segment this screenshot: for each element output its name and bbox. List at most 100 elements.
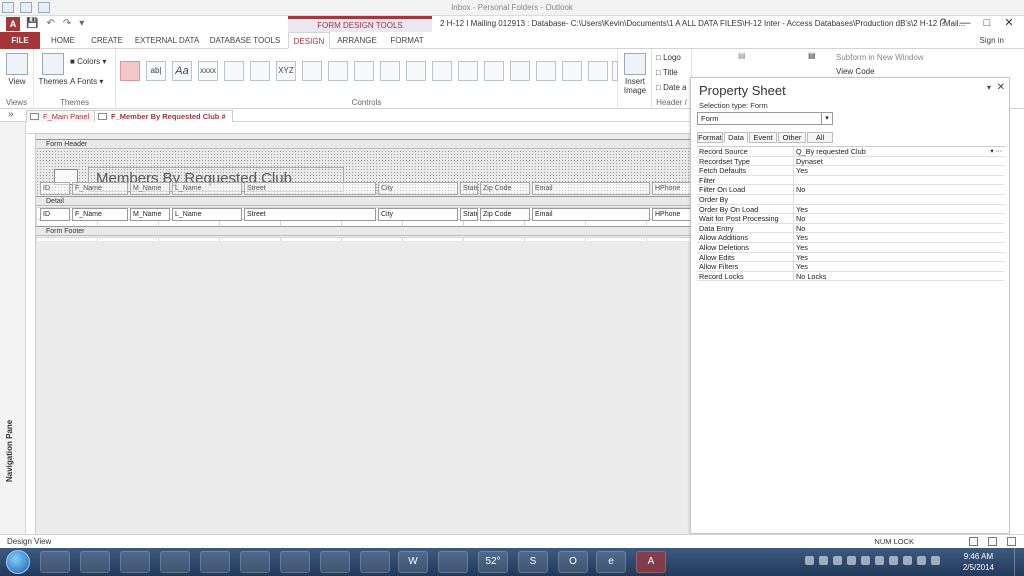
chart-tool-icon[interactable]	[354, 61, 374, 81]
property-row[interactable]: Recordset Type Dynaset	[697, 156, 1005, 167]
property-value[interactable]: Yes	[796, 243, 808, 252]
property-value[interactable]: Yes	[796, 253, 808, 262]
tab-home[interactable]: HOME	[44, 32, 82, 49]
property-row[interactable]: Allow Deletions Yes	[697, 242, 1005, 253]
colors-button[interactable]: ■ Colors ▾	[70, 57, 106, 66]
tab-control-icon[interactable]	[224, 61, 244, 81]
button-tool-icon[interactable]: xxxx	[198, 61, 218, 81]
rectangle-tool-icon[interactable]	[458, 61, 478, 81]
subform-new-window-button[interactable]: Subform in New Window	[836, 53, 924, 62]
detail-field-email[interactable]: Email	[532, 208, 650, 221]
property-value[interactable]: Q_By requested Club	[796, 147, 866, 156]
detail-field-city[interactable]: City	[378, 208, 458, 221]
property-row[interactable]: Allow Edits Yes	[697, 252, 1005, 263]
attachment-tool-icon[interactable]	[536, 61, 556, 81]
close-button[interactable]: ✕	[998, 16, 1020, 31]
header-label-lname[interactable]: L_Name	[172, 182, 242, 195]
undo-icon[interactable]: ↶	[46, 18, 54, 29]
detail-field-id[interactable]: ID	[40, 208, 70, 221]
combo-box-icon[interactable]	[328, 61, 348, 81]
form-header-bar[interactable]: Form Header	[36, 139, 694, 149]
form-footer-section[interactable]	[36, 237, 694, 241]
tray-icon[interactable]	[819, 556, 828, 565]
detail-field-lname[interactable]: L_Name	[172, 208, 242, 221]
property-value[interactable]: Yes	[796, 233, 808, 242]
taskbar-outlook-icon[interactable]: O	[558, 551, 588, 573]
header-label-mname[interactable]: M_Name	[130, 182, 170, 195]
taskbar-app-icon[interactable]	[40, 551, 70, 573]
header-label-zip[interactable]: Zip Code	[480, 182, 530, 195]
taskbar-weather-icon[interactable]: 52°	[478, 551, 508, 573]
property-sheet-menu-icon[interactable]: ▾	[987, 83, 991, 92]
object-selector[interactable]: Form ▾	[697, 112, 833, 125]
property-row[interactable]: Fetch Defaults Yes	[697, 166, 1005, 176]
taskbar-word-icon[interactable]: W	[398, 551, 428, 573]
taskbar-app-icon[interactable]	[240, 551, 270, 573]
property-row[interactable]: Filter On Load No	[697, 185, 1005, 195]
detail-field-state[interactable]: State	[460, 208, 478, 221]
detail-field-street[interactable]: Street	[244, 208, 376, 221]
property-tab-format[interactable]: Format	[697, 132, 723, 143]
logo-button[interactable]: □ Logo	[656, 53, 681, 62]
tab-format[interactable]: FORMAT	[384, 32, 430, 49]
option-group-icon[interactable]: XYZ	[276, 61, 296, 81]
option-button-icon[interactable]	[562, 61, 582, 81]
header-label-city[interactable]: City	[378, 182, 458, 195]
volume-icon[interactable]	[917, 556, 926, 565]
tab-database-tools[interactable]: DATABASE TOOLS	[206, 32, 284, 49]
property-row[interactable]: Allow Additions Yes	[697, 233, 1005, 243]
view-button[interactable]: View	[5, 53, 29, 86]
page-break-icon[interactable]	[302, 61, 322, 81]
form-header-section[interactable]: Members By Requested Club ID F_Name M_Na…	[36, 150, 694, 196]
restore-button[interactable]: □	[976, 16, 998, 31]
header-label-street[interactable]: Street	[244, 182, 376, 195]
subform-tool-icon[interactable]	[588, 61, 608, 81]
nav-pane-toggle-icon[interactable]: »	[8, 109, 14, 120]
select-tool-icon[interactable]	[120, 61, 140, 81]
tray-icon[interactable]	[875, 556, 884, 565]
property-value[interactable]: Yes	[796, 262, 808, 271]
detail-field-mname[interactable]: M_Name	[130, 208, 170, 221]
tab-design[interactable]: DESIGN	[288, 32, 330, 49]
property-tab-other[interactable]: Other	[778, 132, 806, 143]
navigation-pane[interactable]: Navigation Pane	[0, 122, 26, 534]
textbox-tool-icon[interactable]: ab|	[146, 61, 166, 81]
property-row[interactable]: Data Entry No	[697, 223, 1005, 234]
detail-bar[interactable]: Detail	[36, 196, 694, 206]
property-value[interactable]: No	[796, 214, 805, 223]
add-existing-fields-icon[interactable]: ▤	[738, 51, 746, 60]
detail-field-hphone[interactable]: HPhone	[652, 208, 694, 221]
taskbar-clock[interactable]: 9:46 AM 2/5/2014	[963, 551, 994, 573]
header-label-email[interactable]: Email	[532, 182, 650, 195]
property-value[interactable]: No Locks	[796, 272, 826, 281]
property-row[interactable]: Record Locks No Locks	[697, 271, 1005, 282]
taskbar-app-icon[interactable]	[320, 551, 350, 573]
image-tool-icon[interactable]	[510, 61, 530, 81]
taskbar-access-icon[interactable]: A	[636, 551, 666, 573]
property-tab-event[interactable]: Event	[749, 132, 777, 143]
taskbar-help-icon[interactable]	[160, 551, 190, 573]
help-button[interactable]: ?	[932, 16, 954, 31]
label-tool-icon[interactable]: Aa	[172, 61, 192, 81]
property-sheet-close-icon[interactable]: ✕	[997, 82, 1005, 93]
property-row[interactable]: Order By	[697, 194, 1005, 205]
property-row[interactable]: Wait for Post Processing No	[697, 214, 1005, 224]
taskbar-calculator-icon[interactable]	[438, 551, 468, 573]
property-value[interactable]: Yes	[796, 205, 808, 214]
property-row[interactable]: Order By On Load Yes	[697, 204, 1005, 215]
header-label-id[interactable]: ID	[40, 182, 70, 195]
tray-icon[interactable]	[833, 556, 842, 565]
property-tab-data[interactable]: Data	[724, 132, 748, 143]
customize-qat-icon[interactable]: ▾	[79, 18, 84, 29]
minimize-button[interactable]: —	[954, 16, 976, 31]
tray-icon[interactable]	[847, 556, 856, 565]
line-tool-icon[interactable]	[380, 61, 400, 81]
taskbar-app-icon[interactable]	[200, 551, 230, 573]
list-box-icon[interactable]	[432, 61, 452, 81]
layout-view-icon[interactable]	[988, 537, 997, 546]
title-button[interactable]: □ Title	[656, 68, 678, 77]
date-time-button[interactable]: □ Date a	[656, 83, 687, 92]
tab-create[interactable]: CREATE	[86, 32, 128, 49]
tools-icons[interactable]: ▤	[808, 51, 816, 60]
tray-icon[interactable]	[805, 556, 814, 565]
